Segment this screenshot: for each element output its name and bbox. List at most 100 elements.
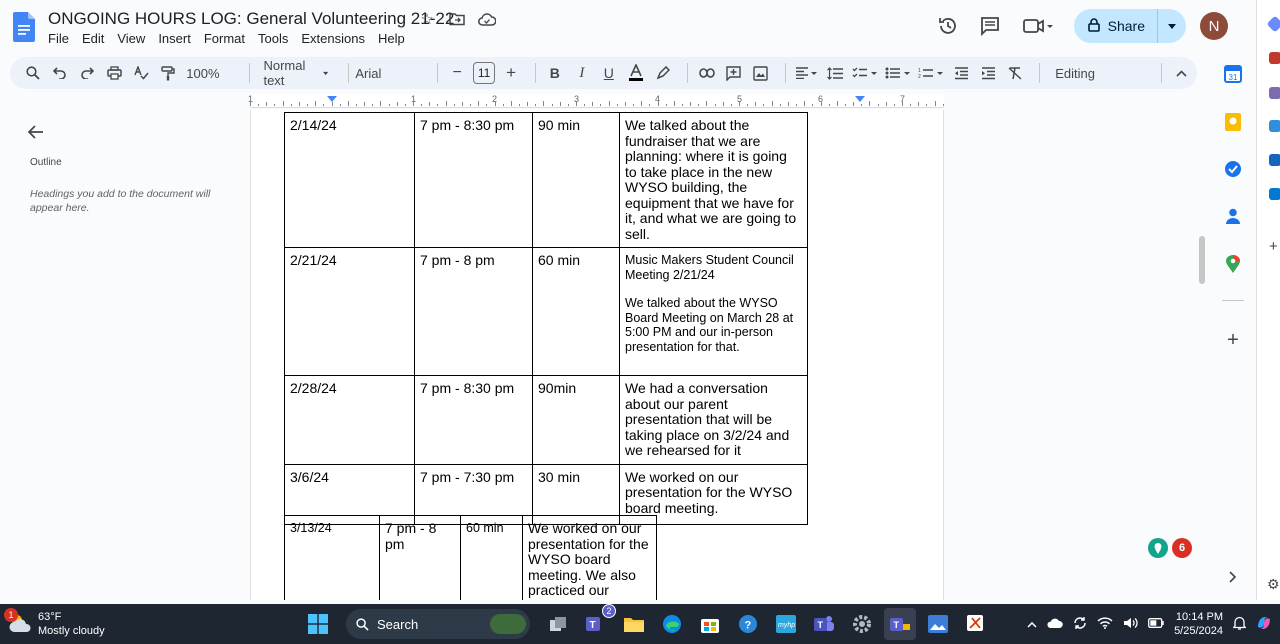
teams-chat-icon[interactable]: T 2 [580, 604, 616, 640]
menu-extensions[interactable]: Extensions [301, 31, 371, 46]
taskbar-search-box[interactable]: Search [346, 609, 530, 639]
notes-cell[interactable]: Music Makers Student Council Meeting 2/2… [619, 247, 808, 376]
menu-format[interactable]: Format [204, 31, 251, 46]
taskbar-clock[interactable]: 10:14 PM 5/25/2024 [1174, 610, 1223, 638]
browser-app-icon[interactable] [1269, 52, 1280, 64]
menu-edit[interactable]: Edit [82, 31, 110, 46]
horizontal-ruler[interactable]: 1 1 2 3 4 5 6 7 [248, 94, 944, 108]
paint-format-icon[interactable] [157, 61, 179, 85]
browser-settings-icon[interactable]: ⚙ [1267, 576, 1280, 593]
version-history-icon[interactable] [932, 10, 964, 42]
browser-app-icon[interactable] [1269, 120, 1280, 132]
underline-icon[interactable]: U [598, 61, 620, 85]
browser-app-icon[interactable] [1266, 15, 1280, 33]
teams-app-icon[interactable]: T [808, 608, 840, 640]
share-dropdown-arrow-icon[interactable] [1158, 23, 1186, 29]
volume-icon[interactable] [1123, 617, 1138, 632]
date-cell[interactable]: 2/28/24 [284, 375, 415, 465]
snipping-tool-icon[interactable] [960, 608, 992, 640]
insert-link-icon[interactable] [696, 61, 718, 85]
time-cell[interactable]: 7 pm - 8 pm [379, 515, 461, 600]
tasks-icon[interactable] [1223, 159, 1243, 179]
print-icon[interactable] [103, 61, 125, 85]
browser-app-icon[interactable] [1269, 188, 1280, 200]
insert-image-icon[interactable] [750, 61, 772, 85]
font-family-select[interactable]: Arial [355, 61, 424, 85]
duration-cell[interactable]: 90min [532, 375, 620, 465]
copilot-icon[interactable] [1256, 615, 1272, 634]
photos-app-icon[interactable] [922, 608, 954, 640]
increase-indent-icon[interactable] [977, 61, 999, 85]
file-explorer-icon[interactable] [618, 608, 650, 640]
line-spacing-icon[interactable] [824, 61, 846, 85]
clear-formatting-icon[interactable] [1004, 61, 1026, 85]
cloud-saved-icon[interactable] [478, 10, 496, 28]
duration-cell[interactable]: 60 min [532, 247, 620, 376]
insert-comment-icon[interactable] [723, 61, 745, 85]
microsoft-store-icon[interactable] [694, 608, 726, 640]
font-size-input[interactable]: 11 [473, 62, 496, 84]
help-app-icon[interactable]: ? [732, 608, 764, 640]
undo-icon[interactable] [49, 61, 71, 85]
back-arrow-icon[interactable] [27, 122, 44, 145]
duration-cell[interactable]: 90 min [532, 112, 620, 248]
browser-app-icon[interactable] [1269, 154, 1280, 166]
add-addon-icon[interactable]: + [1223, 329, 1243, 351]
zoom-select[interactable]: 100% [184, 61, 236, 85]
contacts-icon[interactable] [1223, 206, 1243, 226]
paragraph-style-select[interactable]: Normal text [257, 58, 334, 88]
move-folder-icon[interactable] [448, 10, 466, 28]
notes-cell[interactable]: We had a conversation about our parent p… [619, 375, 808, 465]
hide-menus-chevron-up-icon[interactable] [1170, 61, 1192, 85]
menu-tools[interactable]: Tools [258, 31, 294, 46]
calendar-icon[interactable]: 31 [1223, 64, 1243, 84]
checklist-icon[interactable] [851, 61, 879, 85]
italic-icon[interactable]: I [571, 61, 593, 85]
edge-browser-icon[interactable] [656, 608, 688, 640]
notes-cell[interactable]: We worked on our presentation for the WY… [522, 515, 657, 600]
news-app-icon[interactable]: myhp [770, 608, 802, 640]
notification-bell-icon[interactable] [1232, 616, 1247, 633]
bulleted-list-icon[interactable] [884, 61, 912, 85]
search-menus-icon[interactable] [22, 61, 44, 85]
browser-app-icon[interactable] [1269, 87, 1280, 99]
menu-help[interactable]: Help [378, 31, 411, 46]
extension-pin-icon[interactable] [1148, 538, 1168, 558]
decrease-indent-icon[interactable] [950, 61, 972, 85]
increase-font-size-button[interactable]: + [500, 61, 522, 85]
redo-icon[interactable] [76, 61, 98, 85]
duration-cell[interactable]: 60 min [460, 515, 523, 600]
vertical-scrollbar-thumb[interactable] [1199, 236, 1205, 284]
share-button[interactable]: Share [1073, 9, 1186, 43]
sync-icon[interactable] [1073, 616, 1087, 633]
numbered-list-icon[interactable]: 12 [917, 61, 945, 85]
date-cell[interactable]: 3/13/24 [284, 515, 380, 600]
onedrive-cloud-icon[interactable] [1047, 617, 1063, 631]
date-cell[interactable]: 2/14/24 [284, 112, 415, 248]
keep-icon[interactable] [1223, 112, 1243, 132]
docs-logo-icon[interactable] [13, 12, 35, 42]
time-cell[interactable]: 7 pm - 8:30 pm [414, 112, 533, 248]
browser-add-icon[interactable]: + [1269, 238, 1278, 255]
settings-gear-icon[interactable] [846, 608, 878, 640]
decrease-font-size-button[interactable]: − [446, 61, 468, 85]
notes-cell[interactable]: We talked about the fundraiser that we a… [619, 112, 808, 248]
comments-icon[interactable] [974, 10, 1006, 42]
highlight-color-icon[interactable] [652, 61, 674, 85]
account-avatar[interactable]: N [1200, 12, 1228, 40]
menu-insert[interactable]: Insert [158, 31, 197, 46]
time-cell[interactable]: 7 pm - 8 pm [414, 247, 533, 376]
document-page[interactable]: 2/14/24 7 pm - 8:30 pm 90 min We talked … [250, 110, 944, 600]
weather-widget[interactable]: 1 63°F Mostly cloudy [4, 608, 105, 638]
date-cell[interactable]: 2/21/24 [284, 247, 415, 376]
bold-icon[interactable]: B [544, 61, 566, 85]
spellcheck-icon[interactable] [130, 61, 152, 85]
menu-view[interactable]: View [117, 31, 151, 46]
star-icon[interactable]: ☆ [418, 10, 436, 28]
right-indent-marker[interactable] [855, 96, 865, 102]
menu-file[interactable]: File [48, 31, 75, 46]
maps-icon[interactable] [1223, 254, 1243, 274]
time-cell[interactable]: 7 pm - 8:30 pm [414, 375, 533, 465]
extension-count-badge[interactable]: 6 [1172, 538, 1192, 558]
editing-mode-select[interactable]: Editing [1048, 61, 1148, 85]
